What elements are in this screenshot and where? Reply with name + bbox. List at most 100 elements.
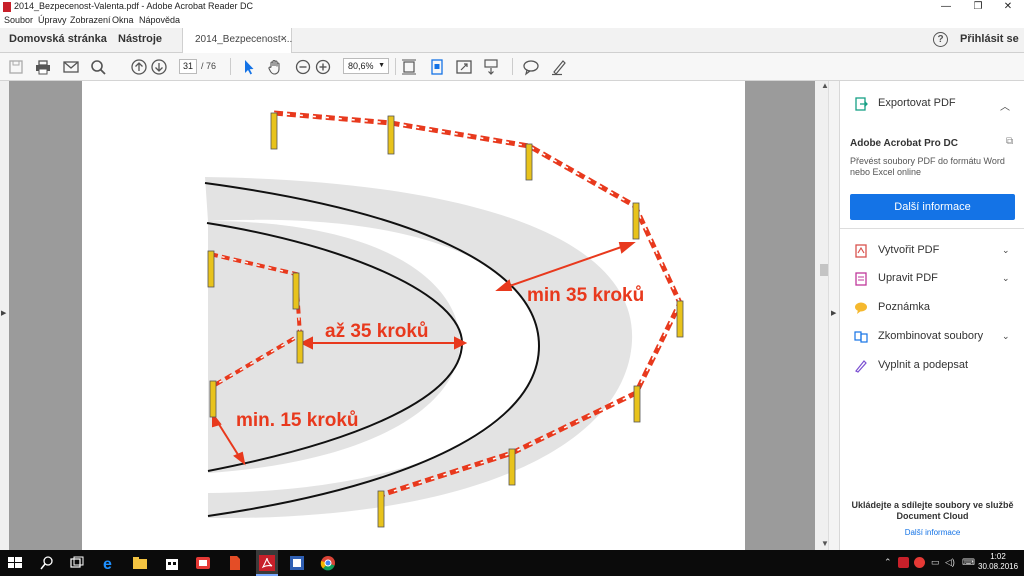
fit-page-icon[interactable] [400,58,418,76]
pane-divider [840,228,1024,229]
export-pdf-icon [855,97,868,111]
chevron-down-icon[interactable]: ⌄ [1002,331,1010,342]
menu-view[interactable]: Zobrazení [70,15,111,25]
next-page-icon[interactable] [150,58,168,76]
antivirus-tray-icon[interactable] [914,557,925,568]
copy-icon[interactable]: ⧉ [1006,136,1013,147]
edge-browser-icon[interactable]: e [100,554,118,573]
clock[interactable]: 1:02 30.08.2016 [978,552,1018,572]
cloud-more-info-link[interactable]: Další informace [840,528,1024,537]
prev-page-icon[interactable] [130,58,148,76]
create-pdf-label: Vytvořit PDF [878,244,940,256]
toolbar-divider [512,58,513,75]
combine-files-label: Zkombinovat soubory [878,330,984,342]
chevron-down-icon[interactable]: ⌄ [1002,245,1010,256]
pdf-app-icon[interactable] [226,554,244,572]
page-total: / 76 [201,61,217,71]
chrome-icon[interactable] [319,554,337,572]
post [632,202,640,240]
post [508,448,516,486]
email-icon[interactable] [62,58,80,76]
maximize-button[interactable]: ❐ [963,0,993,14]
zoom-value: 80,6% [348,61,374,71]
fill-sign-icon [855,360,867,373]
hand-tool-icon[interactable] [266,58,284,76]
right-pane-toggle[interactable]: ▶ [828,81,839,550]
product-name: Adobe Acrobat Pro DC [850,138,958,149]
post [633,385,641,423]
comment-icon[interactable] [522,58,540,76]
edit-pdf-label: Upravit PDF [878,272,938,284]
language-icon[interactable]: ⌨ [962,557,975,568]
acrobat-icon [3,2,11,12]
minimize-button[interactable]: — [931,0,961,14]
volume-icon[interactable]: ◁) [945,557,955,568]
clock-date: 30.08.2016 [978,562,1019,571]
zoom-in-icon[interactable] [314,58,332,76]
menu-help[interactable]: Nápověda [139,15,180,25]
menu-file[interactable]: Soubor [4,15,33,25]
tools-pane: Exportovat PDF ︿ ⧉ Adobe Acrobat Pro DC … [839,81,1024,550]
title-bar: 2014_Bezpecenost-Valenta.pdf - Adobe Acr… [0,0,1024,14]
search-icon[interactable] [38,554,56,572]
page-number-input[interactable]: 31 [179,59,197,74]
tab-bar: Domovská stránka Nástroje 2014_Bezpeceno… [0,28,1024,53]
acrobat-tray-icon[interactable] [898,557,909,568]
more-info-button[interactable]: Další informace [850,194,1015,220]
scroll-mode-icon[interactable] [482,58,500,76]
file-explorer-icon[interactable] [131,554,149,572]
store-icon[interactable] [163,554,181,572]
label-min35: min 35 kroků [527,285,644,306]
chevron-down-icon: ▼ [378,62,385,69]
collapse-right-icon: ▶ [831,310,837,317]
tray-expand-icon[interactable]: ⌃ [884,557,892,568]
save-icon[interactable] [7,58,25,76]
network-icon[interactable]: ▭ [931,557,940,568]
app-red-icon[interactable] [194,554,212,572]
chevron-up-icon[interactable]: ︿ [1000,98,1010,113]
menu-edit[interactable]: Úpravy [38,15,67,25]
tab-home[interactable]: Domovská stránka [9,33,107,45]
post [270,112,278,150]
print-icon[interactable] [34,58,52,76]
label-az35: až 35 kroků [325,321,429,342]
clock-time: 1:02 [990,552,1006,561]
zoom-out-icon[interactable] [294,58,312,76]
help-icon[interactable]: ? [933,32,948,47]
tab-close-icon[interactable]: × [281,33,287,45]
chevron-down-icon[interactable]: ⌄ [1002,273,1010,284]
label-min15: min. 15 kroků [236,410,359,431]
app-blue-icon[interactable] [288,554,306,572]
combine-files-icon [854,331,868,343]
acrobat-reader-taskbar-icon[interactable] [256,550,278,576]
window-title: 2014_Bezpecenost-Valenta.pdf - Adobe Acr… [14,1,253,11]
export-pdf-label: Exportovat PDF [878,97,956,109]
search-icon[interactable] [89,58,107,76]
windows-start-icon[interactable] [6,554,24,572]
menu-window[interactable]: Okna [112,15,134,25]
left-pane-toggle[interactable]: ▶ [0,81,9,550]
post [209,380,217,418]
select-cursor-icon[interactable] [240,58,258,76]
comment-bubble-icon [855,302,867,314]
close-window-button[interactable]: ✕ [993,0,1023,14]
toolbar-divider [395,58,396,75]
signin-link[interactable]: Přihlásit se [960,33,1019,45]
tab-tools[interactable]: Nástroje [118,33,162,45]
create-pdf-icon [855,244,867,258]
zoom-select[interactable]: 80,6% ▼ [343,58,389,74]
menu-bar: Soubor Úpravy Zobrazení Okna Nápověda [0,14,1024,28]
fullscreen-icon[interactable] [455,58,473,76]
track-diagram: min 35 kroků až 35 kroků min. 15 kroků [204,110,684,528]
tab-document-label: 2014_Bezpecenost-... [195,34,293,45]
tab-document[interactable]: 2014_Bezpecenost-... × [182,28,292,53]
post [676,300,684,338]
post [525,143,533,181]
task-view-icon[interactable] [68,554,86,572]
product-description: Převést soubory PDF do formátu Word nebo… [850,156,1005,177]
rotate-view-icon[interactable] [428,58,446,76]
fill-sign-label: Vyplnit a podepsat [878,359,969,371]
svg-text:e: e [103,556,112,572]
post [292,272,300,310]
highlight-pen-icon[interactable] [550,58,568,76]
